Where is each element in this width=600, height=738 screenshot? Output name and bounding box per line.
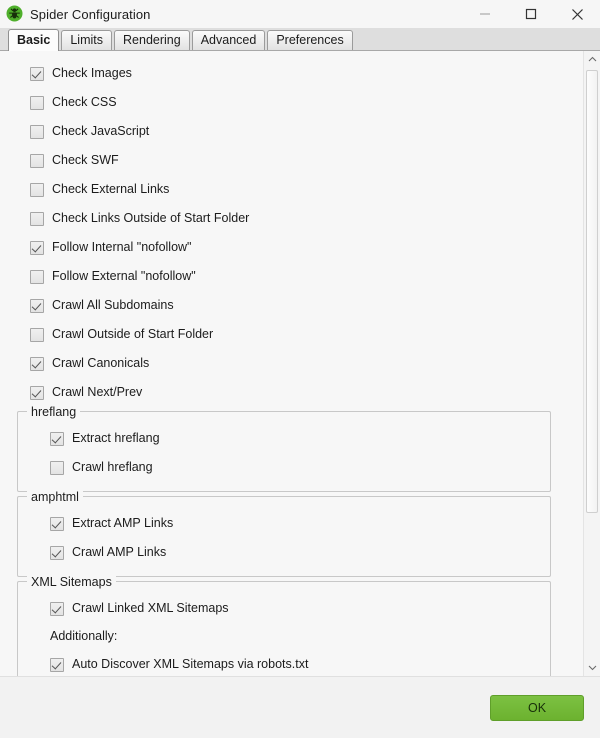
- chevron-down-icon: [588, 664, 597, 671]
- checkbox-crawl-next-prev[interactable]: [30, 386, 44, 400]
- maximize-icon: [525, 8, 537, 20]
- checkbox-check-external-links[interactable]: [30, 183, 44, 197]
- checkbox-label: Check CSS: [52, 95, 117, 110]
- checkbox-row-crawl-amp-links[interactable]: Crawl AMP Links: [18, 538, 550, 567]
- spider-configuration-window: GUI Spider Configuration: [0, 0, 600, 738]
- checkbox-label: Check External Links: [52, 182, 169, 197]
- checkbox-label: Crawl Next/Prev: [52, 385, 142, 400]
- title-bar: Spider Configuration: [0, 0, 600, 28]
- checkbox-check-css[interactable]: [30, 96, 44, 110]
- checkbox-row-crawl-outside-of-start-folder[interactable]: Crawl Outside of Start Folder: [0, 320, 583, 349]
- checkbox-label: Crawl Outside of Start Folder: [52, 327, 213, 342]
- checkbox-label: Crawl All Subdomains: [52, 298, 174, 313]
- dialog-footer: OK: [0, 676, 600, 738]
- tab-bar: Basic Limits Rendering Advanced Preferences: [0, 28, 600, 51]
- checkbox-label: Auto Discover XML Sitemaps via robots.tx…: [72, 657, 308, 672]
- checkbox-label: Follow Internal "nofollow": [52, 240, 192, 255]
- chevron-up-icon: [588, 56, 597, 63]
- checkbox-extract-amp-links[interactable]: [50, 517, 64, 531]
- checkbox-label: Crawl Linked XML Sitemaps: [72, 601, 229, 616]
- tab-preferences[interactable]: Preferences: [267, 30, 352, 50]
- checkbox-row-extract-amp-links[interactable]: Extract AMP Links: [18, 509, 550, 538]
- checkbox-row-follow-external-nofollow[interactable]: Follow External "nofollow": [0, 262, 583, 291]
- checkbox-check-javascript[interactable]: [30, 125, 44, 139]
- checkbox-row-crawl-all-subdomains[interactable]: Crawl All Subdomains: [0, 291, 583, 320]
- group-xml-sitemaps: XML SitemapsCrawl Linked XML SitemapsAdd…: [17, 581, 551, 676]
- tab-label: Advanced: [201, 33, 257, 47]
- checkbox-row-check-swf[interactable]: Check SWF: [0, 146, 583, 175]
- tab-rendering[interactable]: Rendering: [114, 30, 190, 50]
- group-hreflang: hreflangExtract hreflangCrawl hreflang: [17, 411, 551, 492]
- checkbox-label: Crawl hreflang: [72, 460, 153, 475]
- checkbox-row-follow-internal-nofollow[interactable]: Follow Internal "nofollow": [0, 233, 583, 262]
- group-note-label: Additionally:: [18, 623, 550, 650]
- checkbox-label: Crawl Canonicals: [52, 356, 149, 371]
- scroll-down-button[interactable]: [584, 659, 600, 676]
- checkbox-label: Follow External "nofollow": [52, 269, 196, 284]
- scrollbar-track[interactable]: [584, 68, 600, 659]
- checkbox-check-links-outside-of-start-folder[interactable]: [30, 212, 44, 226]
- tab-basic[interactable]: Basic: [8, 29, 59, 51]
- group-title: amphtml: [27, 490, 83, 504]
- checkbox-row-check-external-links[interactable]: Check External Links: [0, 175, 583, 204]
- checkbox-follow-internal-nofollow[interactable]: [30, 241, 44, 255]
- vertical-scrollbar[interactable]: [583, 51, 600, 676]
- checkbox-label: Crawl AMP Links: [72, 545, 166, 560]
- tab-label: Limits: [70, 33, 103, 47]
- checkbox-crawl-amp-links[interactable]: [50, 546, 64, 560]
- checkbox-label: Check JavaScript: [52, 124, 149, 139]
- checkbox-label: Extract hreflang: [72, 431, 160, 446]
- checkbox-row-crawl-hreflang[interactable]: Crawl hreflang: [18, 453, 550, 482]
- checkbox-row-auto-discover-xml-sitemaps-via-robots-txt[interactable]: Auto Discover XML Sitemaps via robots.tx…: [18, 650, 550, 676]
- scrollbar-thumb[interactable]: [586, 70, 598, 513]
- window-controls: [462, 0, 600, 28]
- checkbox-row-check-css[interactable]: Check CSS: [0, 88, 583, 117]
- tab-advanced[interactable]: Advanced: [192, 30, 266, 50]
- group-title: hreflang: [27, 405, 80, 419]
- settings-scroll-content: Check Images Check CSS Check JavaScript Che…: [0, 51, 583, 676]
- settings-panel: Check Images Check CSS Check JavaScript Che…: [0, 51, 600, 676]
- close-icon: [571, 8, 584, 21]
- maximize-button[interactable]: [508, 0, 554, 28]
- checkbox-label: Check Links Outside of Start Folder: [52, 211, 249, 226]
- close-button[interactable]: [554, 0, 600, 28]
- tab-label: Basic: [17, 33, 50, 47]
- tab-label: Preferences: [276, 33, 343, 47]
- minimize-button[interactable]: [462, 0, 508, 28]
- checkbox-follow-external-nofollow[interactable]: [30, 270, 44, 284]
- checkbox-crawl-hreflang[interactable]: [50, 461, 64, 475]
- checkbox-crawl-canonicals[interactable]: [30, 357, 44, 371]
- group-title: XML Sitemaps: [27, 575, 116, 589]
- scroll-up-button[interactable]: [584, 51, 600, 68]
- spider-app-icon: [6, 5, 23, 22]
- checkbox-row-extract-hreflang[interactable]: Extract hreflang: [18, 424, 550, 453]
- checkbox-check-swf[interactable]: [30, 154, 44, 168]
- checkbox-crawl-all-subdomains[interactable]: [30, 299, 44, 313]
- window-title: Spider Configuration: [30, 7, 151, 22]
- group-amphtml: amphtmlExtract AMP LinksCrawl AMP Links: [17, 496, 551, 577]
- checkbox-label: Check Images: [52, 66, 132, 81]
- checkbox-extract-hreflang[interactable]: [50, 432, 64, 446]
- tab-label: Rendering: [123, 33, 181, 47]
- tab-limits[interactable]: Limits: [61, 30, 112, 50]
- checkbox-row-check-images[interactable]: Check Images: [0, 59, 583, 88]
- checkbox-row-check-links-outside-of-start-folder[interactable]: Check Links Outside of Start Folder: [0, 204, 583, 233]
- minimize-icon: [479, 8, 491, 20]
- checkbox-row-crawl-next-prev[interactable]: Crawl Next/Prev: [0, 378, 583, 407]
- checkbox-row-crawl-linked-xml-sitemaps[interactable]: Crawl Linked XML Sitemaps: [18, 594, 550, 623]
- checkbox-label: Check SWF: [52, 153, 119, 168]
- ok-button[interactable]: OK: [490, 695, 584, 721]
- checkbox-auto-discover-xml-sitemaps-via-robots-txt[interactable]: [50, 658, 64, 672]
- checkbox-crawl-outside-of-start-folder[interactable]: [30, 328, 44, 342]
- checkbox-check-images[interactable]: [30, 67, 44, 81]
- checkbox-row-check-javascript[interactable]: Check JavaScript: [0, 117, 583, 146]
- checkbox-row-crawl-canonicals[interactable]: Crawl Canonicals: [0, 349, 583, 378]
- checkbox-crawl-linked-xml-sitemaps[interactable]: [50, 602, 64, 616]
- checkbox-label: Extract AMP Links: [72, 516, 173, 531]
